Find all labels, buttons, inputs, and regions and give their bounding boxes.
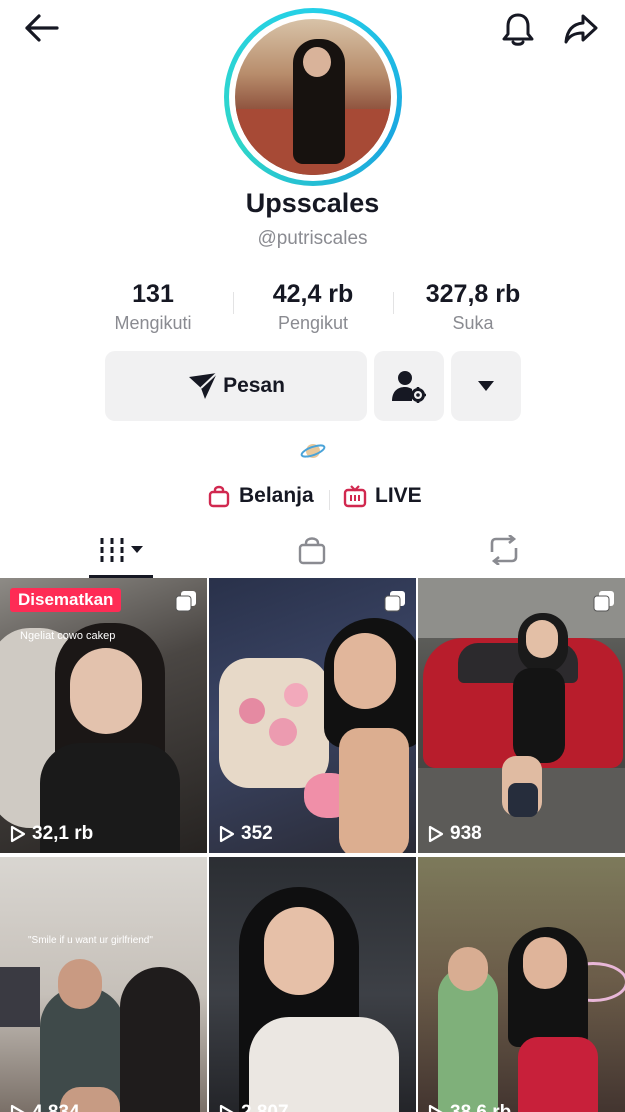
stat-divider <box>233 292 234 314</box>
stat-label: Suka <box>452 313 494 333</box>
video-caption: Ngeliat cowo cakep <box>20 630 116 642</box>
message-button-label: Pesan <box>223 374 285 397</box>
display-name: Upsscales <box>245 188 380 218</box>
username-handle: @putriscales <box>257 228 368 249</box>
video-thumbnail[interactable]: 2.807 <box>209 857 416 1112</box>
view-count: 32,1 rb <box>10 823 93 845</box>
repost-icon <box>490 535 518 565</box>
links-divider <box>329 490 330 510</box>
view-count-label: 4.834 <box>32 1102 80 1112</box>
thumbnail-face <box>523 937 567 989</box>
tab-shop[interactable] <box>280 522 344 578</box>
view-count: 352 <box>219 823 273 845</box>
stat-value: 42,4 rb <box>272 280 354 308</box>
multi-photo-icon <box>175 590 197 612</box>
thumbnail-flower <box>239 698 265 724</box>
stat-followers[interactable]: 42,4 rb Pengikut <box>250 280 376 334</box>
multi-photo-icon <box>593 590 615 612</box>
avatar-face <box>303 47 331 77</box>
avatar-frame <box>229 13 397 181</box>
video-thumbnail[interactable]: "Smile if u want ur girlfriend" 4.834 <box>0 857 207 1112</box>
video-thumbnail[interactable]: 352 <box>209 578 416 853</box>
stat-divider <box>393 292 394 314</box>
caret-down-icon <box>478 381 494 391</box>
view-count: 938 <box>428 823 482 845</box>
play-icon <box>428 825 444 843</box>
friend-settings-button[interactable] <box>374 351 444 421</box>
view-count-label: 938 <box>450 823 482 844</box>
video-thumbnail[interactable]: Disematkan Ngeliat cowo cakep 32,1 rb <box>0 578 207 853</box>
video-thumbnail[interactable]: 38,6 rb <box>418 857 625 1112</box>
view-count: 2.807 <box>219 1102 289 1112</box>
thumbnail-figure <box>120 967 200 1112</box>
view-count-label: 32,1 rb <box>32 823 94 844</box>
thumbnail-face <box>264 907 334 995</box>
bell-icon <box>502 13 534 46</box>
live-tv-icon <box>343 484 367 508</box>
play-icon <box>219 1104 235 1112</box>
video-caption: "Smile if u want ur girlfriend" <box>28 935 153 946</box>
view-count: 4.834 <box>10 1102 80 1112</box>
thumbnail-posters <box>0 967 40 1027</box>
multi-photo-icon <box>384 590 406 612</box>
thumbnail-skirt <box>518 1037 598 1112</box>
profile-stats: 131 Mengikuti 42,4 rb Pengikut 327,8 rb … <box>0 280 625 340</box>
thumbnail-bag <box>508 783 538 817</box>
message-button[interactable]: Pesan <box>105 351 367 421</box>
video-thumbnail[interactable]: 938 <box>418 578 625 853</box>
view-count-label: 352 <box>241 823 273 844</box>
play-icon <box>10 825 26 843</box>
view-count-label: 2.807 <box>241 1102 289 1112</box>
play-icon <box>219 825 235 843</box>
stat-label: Pengikut <box>277 313 349 333</box>
send-icon <box>189 372 218 399</box>
play-icon <box>428 1104 444 1112</box>
stat-value: 131 <box>132 280 174 308</box>
view-count-label: 38,6 rb <box>450 1102 511 1112</box>
back-button[interactable] <box>18 8 64 48</box>
shopping-bag-icon <box>207 484 231 508</box>
thumbnail-body <box>249 1017 399 1112</box>
thumbnail-body <box>513 668 565 763</box>
avatar-story-ring[interactable] <box>224 8 402 186</box>
thumbnail-face <box>526 620 558 658</box>
person-gear-icon <box>392 371 426 403</box>
more-suggestions-button[interactable] <box>451 351 521 421</box>
share-arrow-icon <box>564 14 598 44</box>
arrow-left-icon <box>25 14 59 42</box>
stat-likes[interactable]: 327,8 rb Suka <box>405 280 541 334</box>
play-icon <box>10 1104 26 1112</box>
live-link-label: LIVE <box>375 484 422 507</box>
video-grid-icon <box>100 538 143 562</box>
stat-label: Mengikuti <box>114 313 192 333</box>
thumbnail-face <box>334 633 396 709</box>
thumbnail-body <box>339 728 409 853</box>
shop-link[interactable]: Belanja <box>207 484 314 508</box>
tab-videos[interactable] <box>89 522 153 578</box>
notification-button[interactable] <box>496 8 540 50</box>
content-tabs <box>0 522 625 578</box>
avatar[interactable] <box>235 19 391 175</box>
video-grid: Disematkan Ngeliat cowo cakep 32,1 rb 35… <box>0 578 625 1112</box>
thumbnail-face <box>58 959 102 1009</box>
thumbnail-face <box>70 648 142 734</box>
planet-emoji-icon <box>300 440 326 462</box>
share-button[interactable] <box>558 8 604 50</box>
view-count: 38,6 rb <box>428 1102 511 1112</box>
stat-value: 327,8 rb <box>425 280 521 308</box>
stat-following[interactable]: 131 Mengikuti <box>93 280 213 334</box>
thumbnail-flower <box>269 718 297 746</box>
shopping-bag-icon <box>298 537 326 565</box>
shop-link-label: Belanja <box>239 484 314 507</box>
pinned-badge: Disematkan <box>10 588 122 612</box>
thumbnail-face <box>448 947 488 991</box>
live-link[interactable]: LIVE <box>343 484 422 508</box>
profile-links: Belanja LIVE <box>0 484 625 516</box>
thumbnail-flower <box>284 683 308 707</box>
tab-reposts[interactable] <box>472 522 536 578</box>
